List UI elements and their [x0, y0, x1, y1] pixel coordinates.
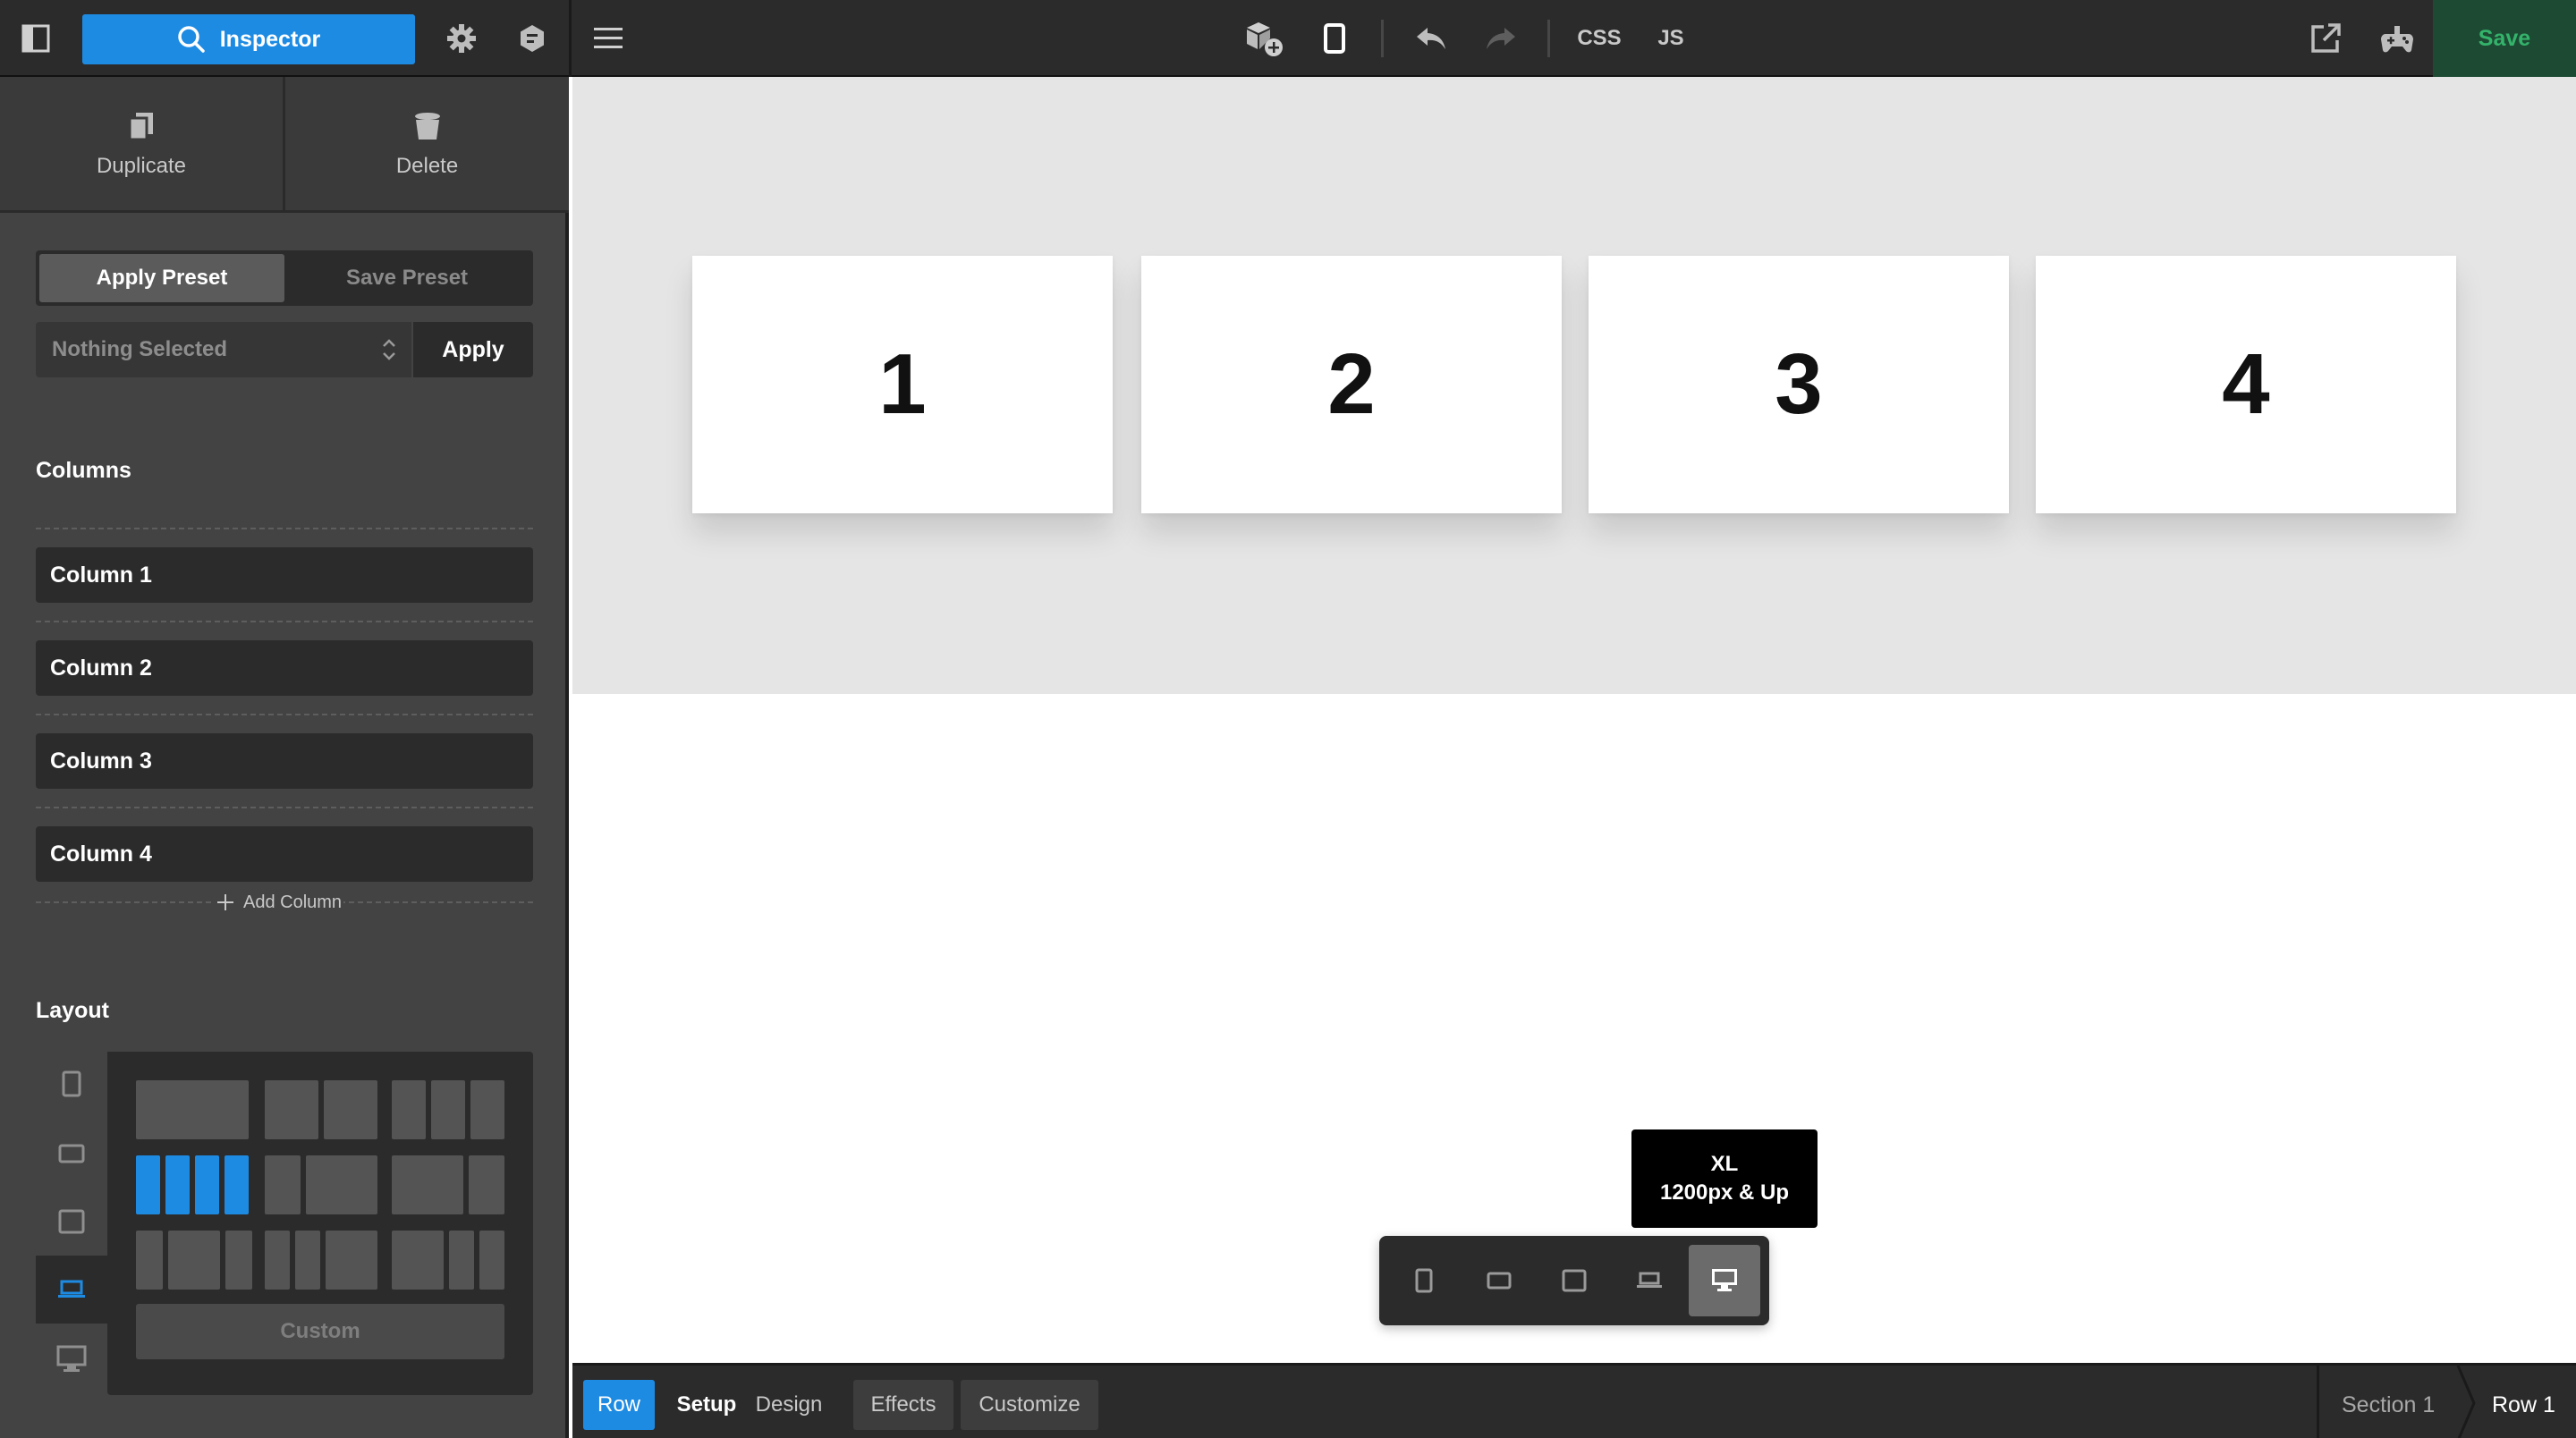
breakpoint-switcher [1379, 1236, 1769, 1325]
column-divider [36, 714, 533, 715]
preset-select[interactable]: Nothing Selected [36, 322, 411, 377]
duplicate-icon [128, 113, 153, 141]
top-toolbar: Inspector CSS JS Save [0, 0, 2576, 77]
add-element-icon[interactable] [1236, 12, 1290, 65]
add-column-button[interactable]: Add Column [215, 889, 344, 916]
column-item[interactable]: Column 1 [36, 547, 533, 603]
duplicate-label: Duplicate [96, 154, 187, 178]
breakpoint-lg-icon[interactable] [36, 1256, 107, 1324]
add-column-label: Add Column [243, 892, 343, 912]
device-icon[interactable] [1308, 12, 1361, 65]
layout-option-2-1-1[interactable] [392, 1231, 504, 1290]
plus-icon [217, 894, 233, 910]
column-divider [36, 807, 533, 808]
trash-icon [414, 113, 440, 140]
layout-heading: Layout [36, 998, 109, 1023]
js-button[interactable]: JS [1644, 12, 1698, 65]
save-button[interactable]: Save [2433, 0, 2576, 77]
element-actions: Duplicate Delete [0, 77, 569, 213]
delete-label: Delete [395, 154, 459, 178]
column-card[interactable]: 3 [1589, 256, 2009, 513]
column-card[interactable]: 4 [2036, 256, 2456, 513]
page-canvas: 1 2 3 4 XL 1200px & Up [572, 77, 2576, 1363]
gamepad-icon[interactable] [2370, 12, 2424, 65]
gear-icon[interactable] [435, 12, 488, 65]
hamburger-icon[interactable] [581, 12, 635, 65]
redo-icon[interactable] [1474, 12, 1528, 65]
preset-toggle: Apply Preset Save Preset [36, 250, 533, 306]
column-item[interactable]: Column 3 [36, 733, 533, 789]
breakpoint-lg-button[interactable] [1614, 1245, 1685, 1316]
apply-button[interactable]: Apply [413, 322, 533, 377]
sidebar-toggle-icon[interactable] [9, 12, 63, 65]
layout-option-1-2-1[interactable] [136, 1231, 252, 1290]
phone-icon [1415, 1268, 1433, 1293]
row-tab[interactable]: Row [583, 1380, 655, 1430]
breakpoint-md-button[interactable] [1538, 1245, 1610, 1316]
css-button[interactable]: CSS [1571, 12, 1628, 65]
breakpoint-xl-icon[interactable] [36, 1325, 107, 1393]
breakpoint-sm-button[interactable] [1463, 1245, 1535, 1316]
breakpoint-tooltip: XL 1200px & Up [1631, 1129, 1818, 1228]
row-section[interactable]: 1 2 3 4 [572, 77, 2576, 694]
select-chevron-icon [383, 339, 395, 360]
breadcrumb-divider [2317, 1366, 2319, 1438]
layout-option-1-col[interactable] [136, 1080, 249, 1139]
tooltip-description: 1200px & Up [1659, 1180, 1790, 1205]
breadcrumb-section[interactable]: Section 1 [2342, 1380, 2435, 1430]
laptop-icon [1637, 1272, 1662, 1288]
breakpoint-sm-icon[interactable] [36, 1120, 107, 1188]
toolbar-separator [1547, 20, 1550, 57]
search-icon [177, 26, 205, 53]
effects-tab[interactable]: Effects [853, 1380, 953, 1430]
toolbar-separator [1381, 20, 1384, 57]
layout-option-1-3[interactable] [265, 1155, 377, 1214]
preset-select-value: Nothing Selected [52, 337, 228, 361]
layout-option-1-1-2[interactable] [265, 1231, 377, 1290]
panel-divider [569, 0, 572, 77]
layout-option-3-col[interactable] [392, 1080, 504, 1139]
save-preset-tab[interactable]: Save Preset [284, 254, 530, 302]
column-card[interactable]: 1 [692, 256, 1113, 513]
breakpoint-xl-button[interactable] [1689, 1245, 1760, 1316]
inspector-button[interactable]: Inspector [82, 14, 415, 64]
design-tab[interactable]: Design [751, 1380, 826, 1430]
column-item[interactable]: Column 4 [36, 826, 533, 882]
tooltip-title: XL [1710, 1152, 1739, 1176]
layout-option-4-col[interactable] [136, 1155, 249, 1214]
breakpoint-xs-icon[interactable] [36, 1050, 107, 1118]
column-card[interactable]: 2 [1141, 256, 1562, 513]
layout-option-3-1[interactable] [392, 1155, 504, 1214]
breadcrumb-chevron-icon [2456, 1366, 2476, 1438]
breadcrumb-row[interactable]: Row 1 [2492, 1380, 2555, 1430]
undo-icon[interactable] [1404, 12, 1458, 65]
custom-layout-button[interactable]: Custom [136, 1304, 504, 1359]
delete-button[interactable]: Delete [285, 77, 569, 213]
column-divider [36, 621, 533, 622]
duplicate-button[interactable]: Duplicate [0, 77, 283, 213]
layout-options: Custom [107, 1052, 533, 1395]
breakpoint-xs-button[interactable] [1388, 1245, 1460, 1316]
breakpoint-md-icon[interactable] [36, 1188, 107, 1256]
external-link-icon[interactable] [2299, 12, 2352, 65]
inspector-panel: Duplicate Delete Apply Preset Save Prese… [0, 77, 569, 1438]
bottom-bar: Row Setup Design Effects Customize Secti… [572, 1363, 2576, 1438]
layout-option-2-col[interactable] [265, 1080, 377, 1139]
customize-tab[interactable]: Customize [961, 1380, 1098, 1430]
tablet-icon [1562, 1269, 1587, 1292]
setup-tab[interactable]: Setup [671, 1380, 742, 1430]
hexagon-icon[interactable] [505, 12, 559, 65]
apply-preset-tab[interactable]: Apply Preset [39, 254, 284, 302]
desktop-icon [1712, 1269, 1737, 1291]
columns-heading: Columns [36, 458, 131, 483]
inspector-label: Inspector [219, 26, 321, 52]
phone-landscape-icon [1487, 1272, 1512, 1290]
column-divider [36, 528, 533, 529]
column-item[interactable]: Column 2 [36, 640, 533, 696]
